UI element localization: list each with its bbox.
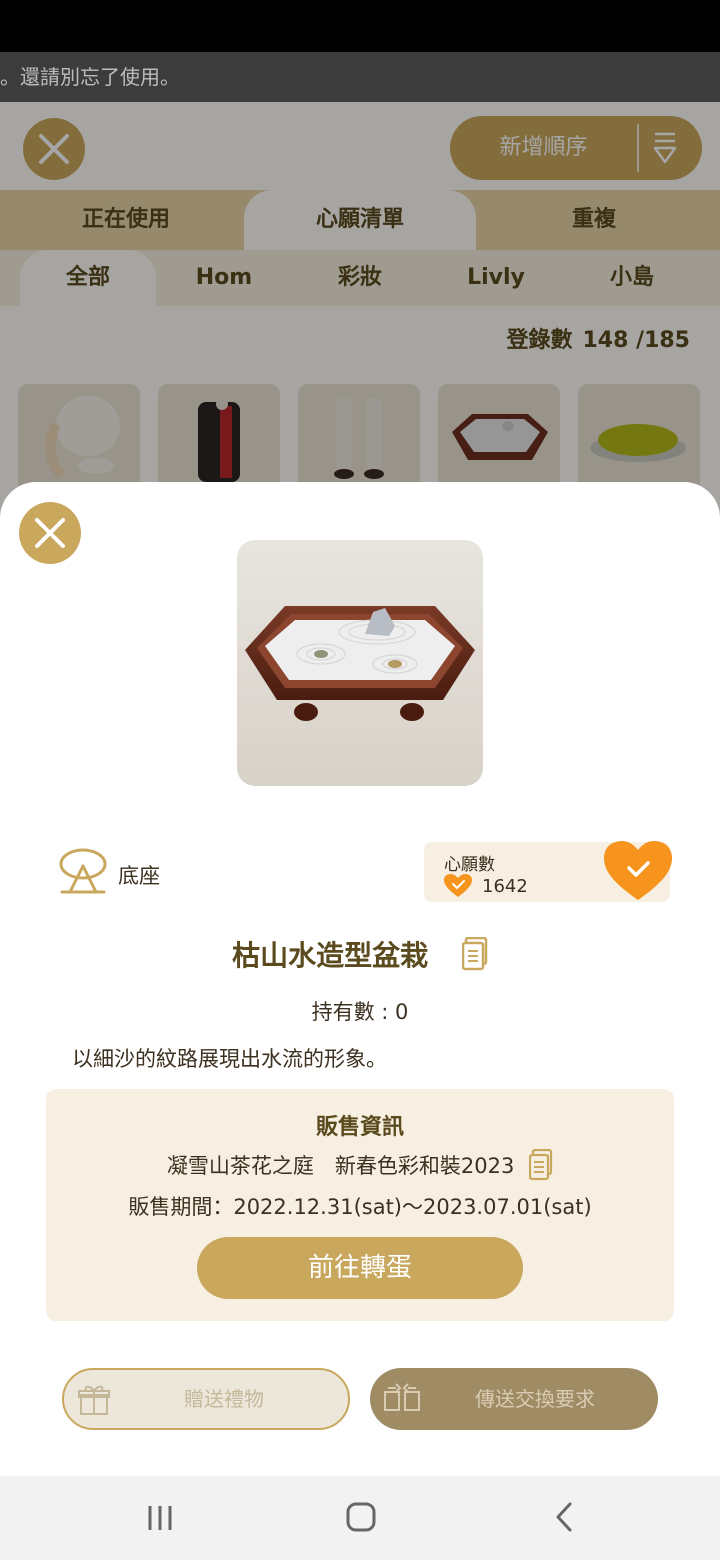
category-label: 底座 xyxy=(118,864,160,888)
bonsai-tray-image xyxy=(245,606,475,721)
send-gift-label: 贈送禮物 xyxy=(184,1387,264,1411)
item-detail-sheet: 底座 心願數 1642 枯山水造型盆栽 持有數 : 0 以細沙的紋路展現出水流的… xyxy=(0,482,720,1476)
heart-check-icon xyxy=(444,874,472,897)
item-name-text: 枯山水造型盆栽 xyxy=(232,939,429,972)
go-to-gacha-button[interactable]: 前往轉蛋 xyxy=(197,1237,523,1299)
document-icon[interactable] xyxy=(529,1149,553,1181)
back-icon[interactable] xyxy=(550,1500,578,1534)
wish-count-value: 1642 xyxy=(482,876,528,897)
wish-title: 心願數 xyxy=(444,855,495,875)
close-icon xyxy=(35,518,65,548)
item-description: 以細沙的紋路展現出水流的形象。 xyxy=(72,1047,387,1071)
owned-count: 持有數 : 0 xyxy=(311,1000,409,1024)
close-detail-button[interactable] xyxy=(19,502,81,564)
trade-icon xyxy=(384,1383,420,1411)
status-bar xyxy=(0,0,720,52)
item-name: 枯山水造型盆栽 xyxy=(0,934,720,974)
sale-event-name: 凝雪山茶花之庭 新春色彩和裝2023 xyxy=(166,1154,515,1178)
item-image xyxy=(237,540,483,786)
recent-apps-icon[interactable] xyxy=(146,1500,176,1534)
send-trade-request-button[interactable]: 傳送交換要求 xyxy=(370,1368,658,1430)
sale-period: 販售期間：2022.12.31(sat)～2023.07.01(sat) xyxy=(128,1195,592,1219)
sale-info-title: 販售資訊 xyxy=(315,1115,404,1140)
wishlist-heart-button[interactable] xyxy=(600,838,676,904)
gift-icon xyxy=(78,1385,110,1415)
send-trade-label: 傳送交換要求 xyxy=(475,1387,595,1411)
document-icon[interactable] xyxy=(461,937,488,971)
base-category-icon xyxy=(59,848,107,894)
sale-info-box: 販售資訊 凝雪山茶花之庭 新春色彩和裝2023 販售期間：2022.12.31(… xyxy=(46,1089,674,1321)
home-icon[interactable] xyxy=(344,1500,378,1534)
notice-bar: 。還請別忘了使用。 xyxy=(0,52,720,102)
send-gift-button[interactable]: 贈送禮物 xyxy=(62,1368,350,1430)
sale-event: 凝雪山茶花之庭 新春色彩和裝2023 xyxy=(46,1149,674,1181)
system-nav-bar xyxy=(0,1476,720,1560)
